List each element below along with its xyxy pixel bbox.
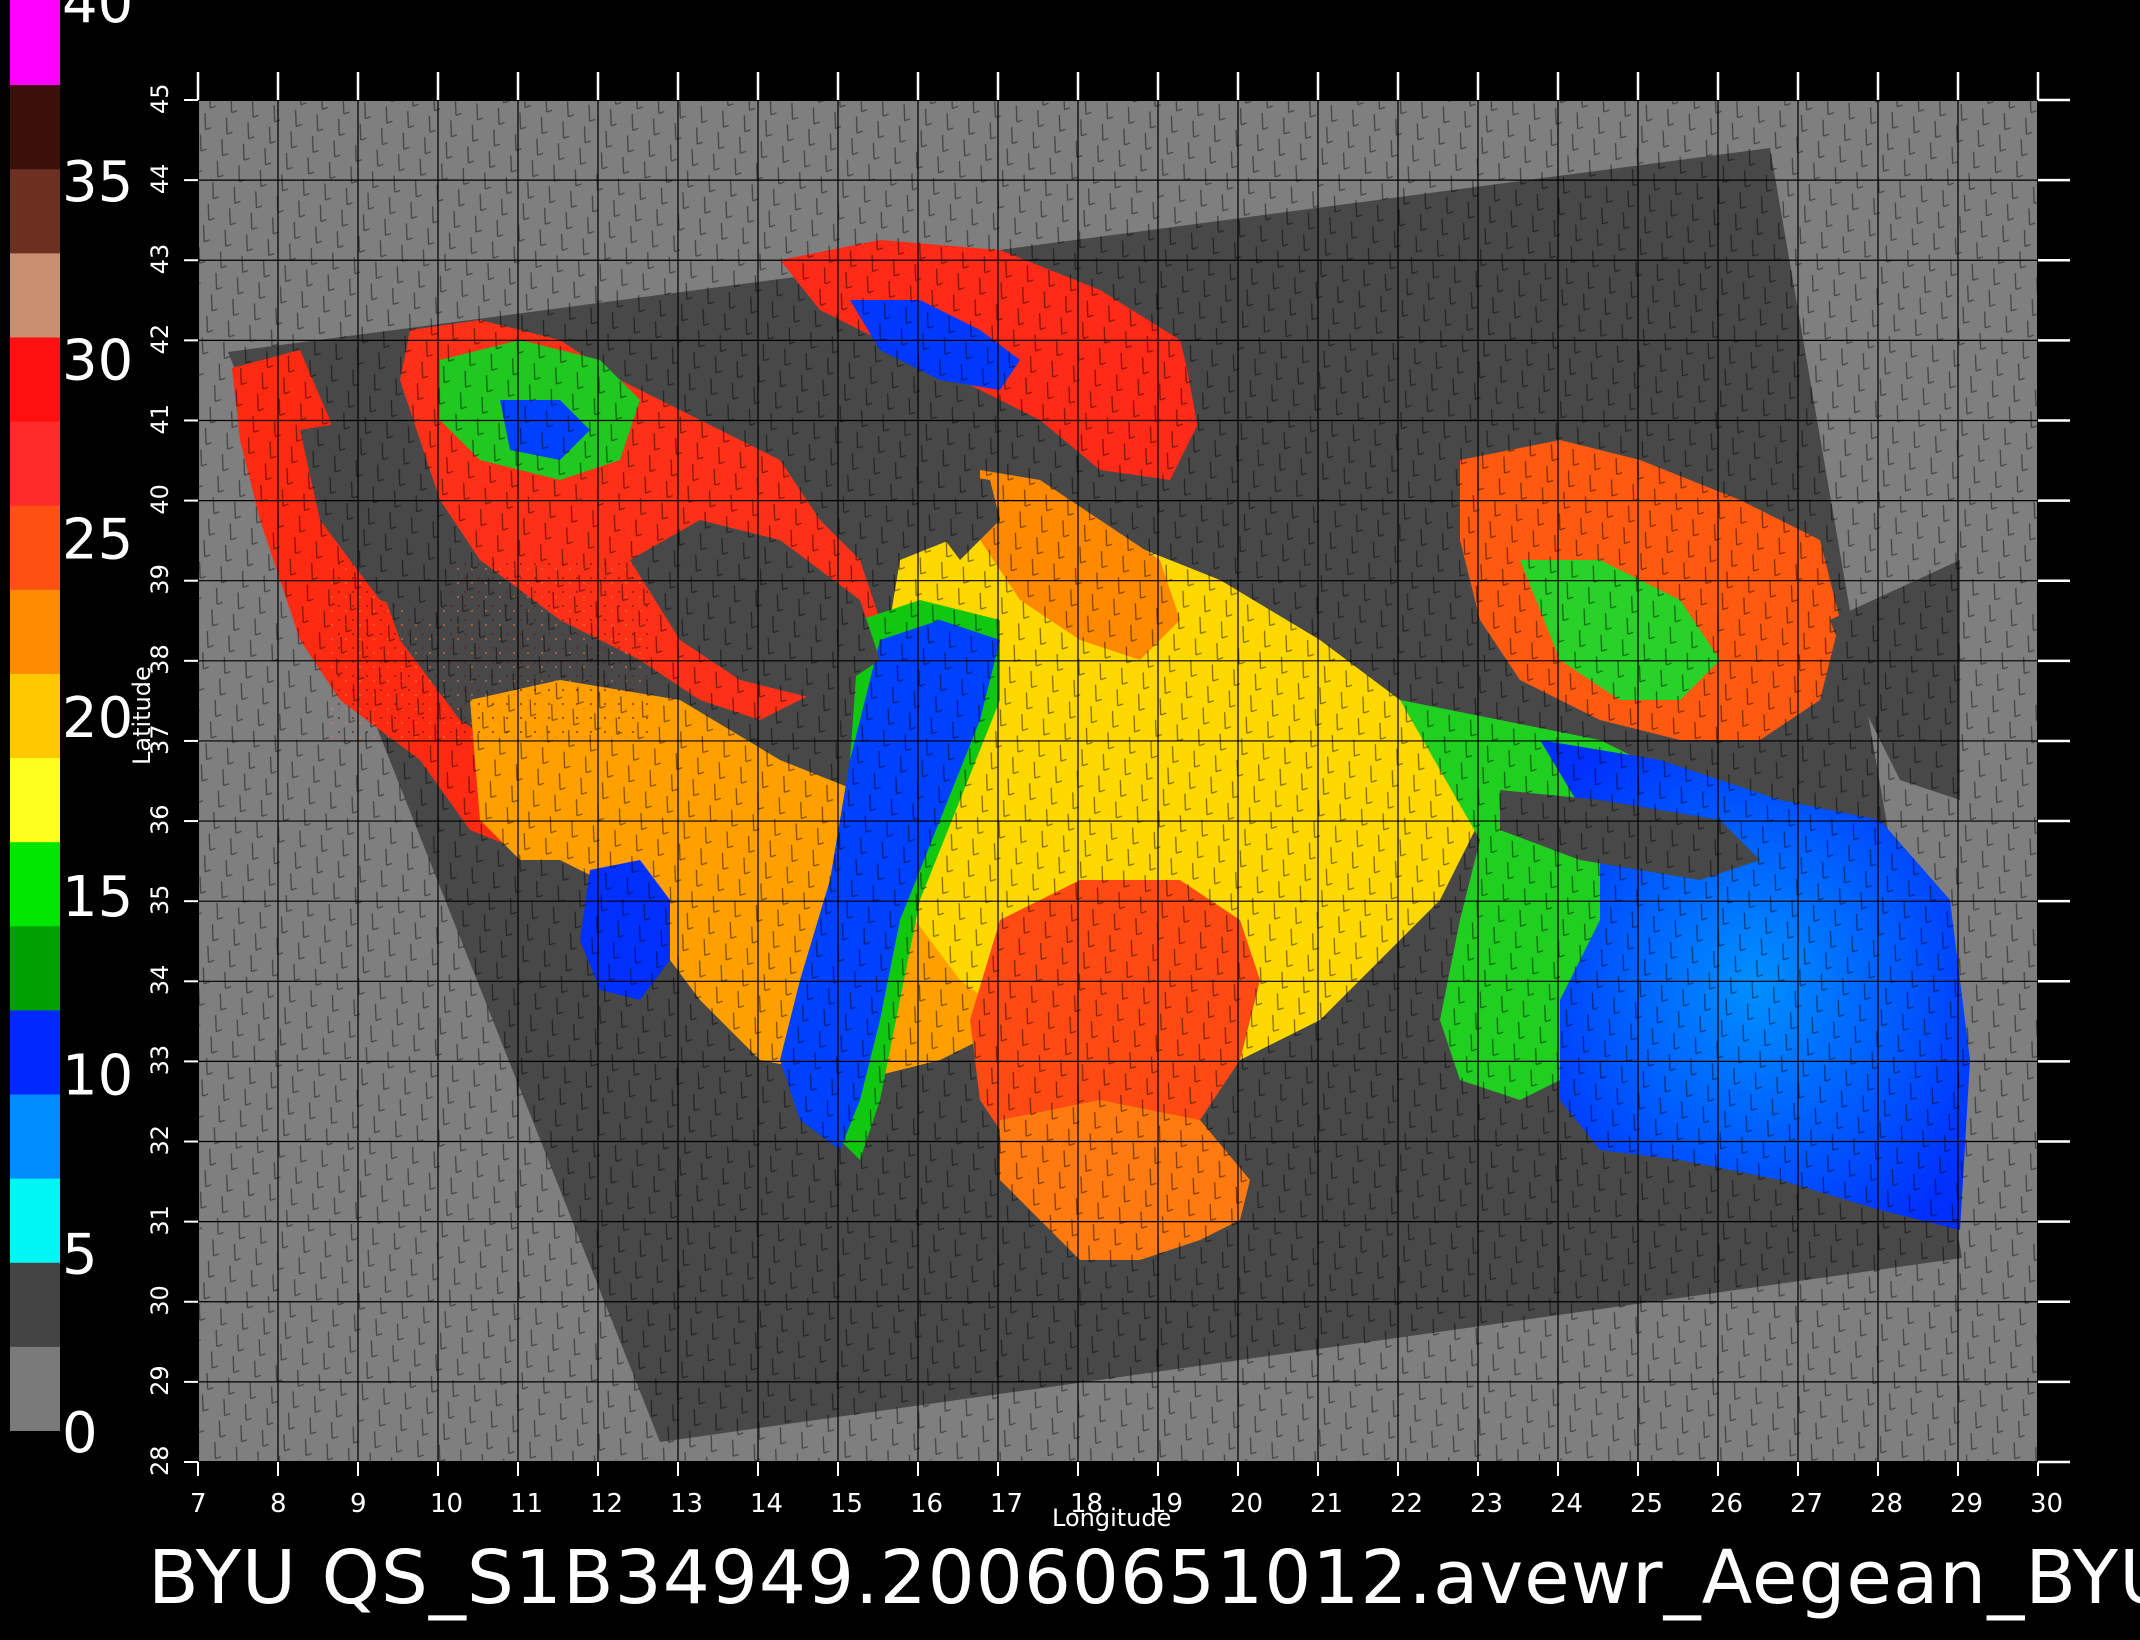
wind-speed-colorbar: 0 5 10 15 20 25 30 35 40 [10,0,133,1466]
colorbar-segment [10,1009,60,1095]
lon-tick-label: 14 [750,1489,783,1519]
colorbar-segment [10,1093,60,1179]
colorbar-segment [10,252,60,338]
colorbar-tick-label: 10 [62,1044,133,1109]
lat-tick-label: 32 [146,1125,174,1156]
lon-tick-label: 8 [270,1489,287,1519]
lon-tick-label: 9 [350,1489,367,1519]
colorbar-tick-label: 20 [62,686,133,751]
colorbar-tick-label: 35 [62,150,133,215]
longitude-axis-title: Longitude [1052,1504,1172,1532]
lat-tick-label: 33 [146,1045,174,1076]
lon-tick-label: 16 [910,1489,943,1519]
colorbar-tick-label: 0 [62,1401,98,1466]
lon-tick-label: 26 [1710,1489,1743,1519]
latitude-axis-title: Latitude [128,666,156,765]
lon-tick-label: 17 [990,1489,1023,1519]
lon-tick-label: 22 [1390,1489,1423,1519]
lon-tick-label: 10 [430,1489,463,1519]
colorbar-segment [10,0,60,86]
colorbar-tick-label: 15 [62,865,133,930]
map-panel [184,72,2070,1476]
lon-tick-label: 27 [1790,1489,1823,1519]
colorbar-segment [10,841,60,927]
lat-tick-label: 44 [146,164,174,195]
lat-tick-label: 42 [146,324,174,355]
lon-tick-label: 21 [1310,1489,1343,1519]
lat-tick-label: 34 [146,965,174,996]
colorbar-tick-label: 5 [62,1222,98,1287]
lat-tick-label: 39 [146,564,174,595]
lon-tick-label: 23 [1470,1489,1503,1519]
lat-tick-label: 43 [146,244,174,275]
colorbar-segment [10,757,60,843]
lat-tick-label: 28 [146,1445,174,1476]
wind-barbs-overlay [198,100,2038,1462]
colorbar-segment [10,504,60,590]
lat-tick-label: 40 [146,484,174,515]
colorbar-segment [10,588,60,674]
colorbar-segment [10,336,60,422]
lon-tick-label: 24 [1550,1489,1583,1519]
colorbar-tick-label: 40 [62,0,133,36]
lat-tick-label: 31 [146,1205,174,1236]
lat-tick-label: 41 [146,404,174,435]
colorbar-segment [10,1177,60,1263]
lat-tick-label: 30 [146,1285,174,1316]
latitude-tick-labels: 282930313233343536373839404142434445 [146,83,174,1476]
colorbar-segment [10,420,60,506]
lon-tick-label: 13 [670,1489,703,1519]
colorbar-segment [10,672,60,759]
wind-speed-map-figure: 0 5 10 15 20 25 30 35 40 7 8 9 10 11 12 13 14 15… [10,0,2070,1519]
colorbar-segment [10,925,60,1011]
lat-tick-label: 36 [146,805,174,836]
figure-caption: BYU QS_S1B34949.20060651012.avewr_Aegean… [148,1535,2140,1621]
colorbar-segment [10,1261,60,1347]
lon-tick-label: 20 [1230,1489,1263,1519]
lon-tick-label: 15 [830,1489,863,1519]
lon-tick-label: 25 [1630,1489,1663,1519]
colorbar-segment [10,1345,60,1431]
lon-tick-label: 11 [510,1489,543,1519]
lat-tick-label: 35 [146,885,174,916]
colorbar-segment [10,168,60,254]
colorbar-tick-label: 30 [62,329,133,394]
lat-tick-label: 29 [146,1365,174,1396]
lon-tick-label: 28 [1870,1489,1903,1519]
colorbar-tick-label: 25 [62,507,133,572]
lon-tick-label: 12 [590,1489,623,1519]
lon-tick-label: 7 [190,1489,207,1519]
lon-tick-label: 29 [1950,1489,1983,1519]
colorbar-segment [10,84,60,170]
lat-tick-label: 45 [146,83,174,114]
lon-tick-label: 30 [2030,1489,2063,1519]
